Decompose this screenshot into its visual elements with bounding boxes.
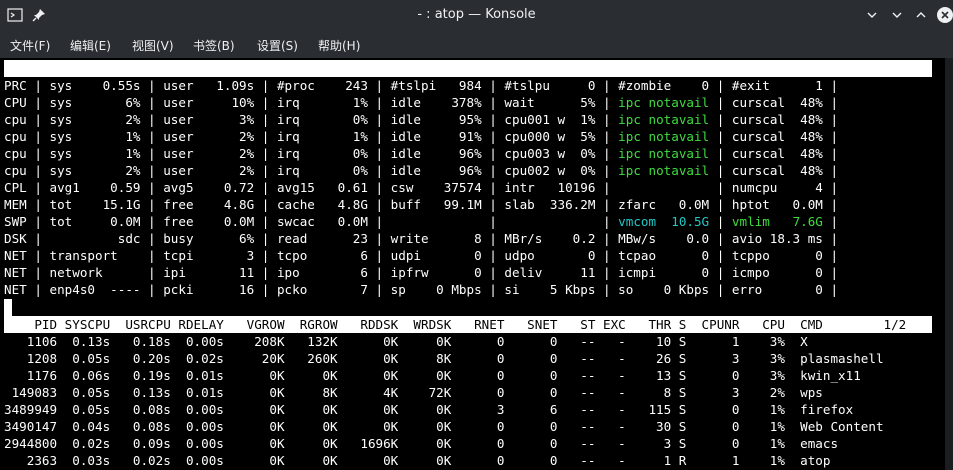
close-icon[interactable] [937, 7, 953, 23]
line-net-enp4s0: NET | enp4s0 ---- | pcki 16 | pcko 7 | s… [4, 282, 839, 297]
minimize-icon[interactable] [887, 5, 907, 25]
line-swp: SWP | tot 0.0M | free 0.0M | swcac 0.0M … [4, 214, 839, 229]
process-row: 1208 0.05s 0.20s 0.02s 20K 260K 0K 8K 0 … [4, 351, 884, 366]
menu-settings[interactable]: 设置(S) [257, 37, 298, 54]
chevron-down-icon[interactable] [862, 5, 882, 25]
ipc-notavail: ipc notavail [618, 163, 710, 178]
process-row: 2944800 0.02s 0.09s 0.00s 0K 0K 1696K 0K… [4, 436, 839, 451]
line-cpu001: cpu | sys 2% | user 3% | irq 0% | idle 9… [4, 112, 839, 127]
line-cpu: CPU | sys 6% | user 10% | irq 1% | idle … [4, 95, 839, 110]
menu-bookmarks[interactable]: 书签(B) [193, 37, 235, 54]
process-row: 1176 0.06s 0.19s 0.01s 0K 0K 0K 0K 0 0 -… [4, 368, 861, 383]
line-net-network: NET | network | ipi 11 | ipo 6 | ipfrw 0… [4, 265, 839, 280]
vmcom-value: vmcom 10.5G [618, 214, 710, 229]
process-row: 1106 0.13s 0.18s 0.00s 208K 132K 0K 0K 0… [4, 334, 808, 349]
menu-help[interactable]: 帮助(H) [318, 37, 360, 54]
title-bar: - : atop — Konsole [0, 0, 953, 30]
line-cpu002: cpu | sys 2% | user 2% | irq 0% | idle 9… [4, 163, 839, 178]
line-dsk: DSK | sdc | busy 6% | read 23 | write 8 … [4, 231, 839, 246]
menu-file[interactable]: 文件(F) [10, 37, 50, 54]
vmlim-value: vmlim 7.6G [731, 214, 823, 229]
menu-edit[interactable]: 编辑(E) [70, 37, 111, 54]
terminal-cursor [4, 299, 12, 316]
ipc-notavail: ipc notavail [618, 112, 710, 127]
menu-bar: 文件(F) 编辑(E) 视图(V) 书签(B) 设置(S) 帮助(H) [0, 30, 953, 58]
maximize-icon[interactable] [911, 5, 931, 25]
window-title: - : atop — Konsole [417, 7, 536, 22]
header-elapsed: 10s elapsed [846, 78, 930, 93]
ipc-notavail: ipc notavail [618, 129, 710, 144]
line-cpu003: cpu | sys 1% | user 2% | irq 0% | idle 9… [4, 146, 839, 161]
atop-header: ATOP - gymDeskGentoo 2021/04/27 11:42:01-… [4, 60, 932, 93]
process-header: PID SYSCPU USRCPU RDELAY VGROW RGROW RDD… [4, 316, 932, 333]
line-cpu000: cpu | sys 1% | user 2% | irq 1% | idle 9… [4, 129, 839, 144]
line-cpl: CPL | avg1 0.59 | avg5 0.72 | avg15 0.61… [4, 180, 839, 195]
terminal-area[interactable]: ATOP - gymDeskGentoo 2021/04/27 11:42:01-… [0, 58, 953, 470]
process-row: 2363 0.03s 0.02s 0.00s 0K 0K 0K 0K 0 0 -… [4, 453, 831, 468]
terminal-scrollbar[interactable] [945, 58, 953, 470]
line-prc: PRC | sys 0.55s | user 1.09s | #proc 243… [4, 78, 839, 93]
process-row: 3490147 0.04s 0.08s 0.00s 0K 0K 0K 0K 0 … [4, 419, 884, 434]
ipc-notavail: ipc notavail [618, 95, 710, 110]
line-net-transport: NET | transport | tcpi 3 | tcpo 6 | udpi… [4, 248, 839, 263]
process-row: 149083 0.05s 0.13s 0.01s 0K 8K 4K 72K 0 … [4, 385, 823, 400]
process-row: 3489949 0.05s 0.08s 0.00s 0K 0K 0K 0K 3 … [4, 402, 854, 417]
ipc-notavail: ipc notavail [618, 146, 710, 161]
menu-view[interactable]: 视图(V) [132, 37, 174, 54]
line-mem: MEM | tot 15.1G | free 4.8G | cache 4.8G… [4, 197, 839, 212]
